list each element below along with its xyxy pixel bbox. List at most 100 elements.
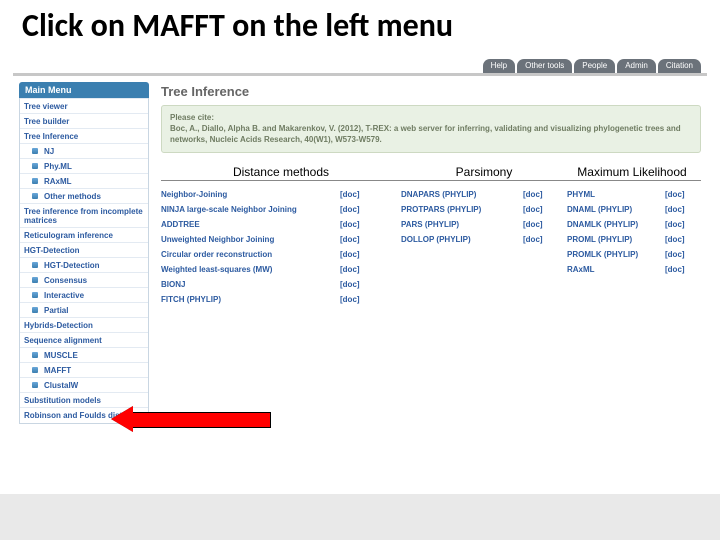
screenshot-frame: Help Other tools People Admin Citation M… [12,58,708,494]
cite-text: Boc, A., Diallo, Alpha B. and Makarenkov… [170,124,692,146]
method-link[interactable]: PHYML [567,190,661,199]
sidebar-item-label: Substitution models [24,396,101,405]
doc-link[interactable]: [doc] [340,220,360,229]
sidebar-item-hybrids[interactable]: Hybrids-Detection [20,317,148,332]
col-header-ml: Maximum Likelihood [567,165,697,179]
header-rule [161,180,701,181]
sidebar-item-label: Hybrids-Detection [24,321,93,330]
sidebar-item-label: Partial [44,306,68,315]
doc-link[interactable]: [doc] [665,205,685,214]
sidebar-item-reticulogram[interactable]: Reticulogram inference [20,227,148,242]
sidebar-item-label: HGT-Detection [24,246,80,255]
sidebar-item-interactive[interactable]: Interactive [20,287,148,302]
topnav-other-tools[interactable]: Other tools [517,59,572,73]
col-distance: Neighbor-Joining [doc] NINJA large-scale … [161,187,391,307]
sidebar-item-hgt-detection[interactable]: HGT-Detection [20,242,148,257]
doc-link[interactable]: [doc] [665,250,685,259]
sidebar-item-label: Tree builder [24,117,69,126]
sidebar-item-label: Other methods [44,192,101,201]
citation-box: Please cite: Boc, A., Diallo, Alpha B. a… [161,105,701,153]
sidebar-item-rf-distance[interactable]: Robinson and Foulds distance [20,407,148,422]
slide-footer [0,494,720,540]
topnav-people[interactable]: People [574,59,615,73]
method-link[interactable]: Neighbor-Joining [161,190,336,199]
doc-link[interactable]: [doc] [523,205,543,214]
doc-link[interactable]: [doc] [523,235,543,244]
col-ml: PHYML [doc] DNAML (PHYLIP) [doc] DNAMLK (P… [567,187,697,307]
sidebar-item-label: Interactive [44,291,84,300]
method-link[interactable]: RAxML [567,265,661,274]
method-link[interactable]: Unweighted Neighbor Joining [161,235,336,244]
sidebar-item-consensus[interactable]: Consensus [20,272,148,287]
sidebar-item-label: Tree viewer [24,102,68,111]
method-link[interactable]: DOLLOP (PHYLIP) [401,235,519,244]
doc-link[interactable]: [doc] [340,190,360,199]
sidebar-item-raxml[interactable]: RAxML [20,173,148,188]
doc-link[interactable]: [doc] [340,265,360,274]
method-link[interactable]: BIONJ [161,280,336,289]
doc-link[interactable]: [doc] [523,220,543,229]
col-parsimony: DNAPARS (PHYLIP) [doc] PROTPARS (PHYLIP) [… [401,187,557,307]
sidebar-item-nj[interactable]: NJ [20,143,148,158]
sidebar-item-label: Phy.ML [44,162,72,171]
sidebar-item-label: RAxML [44,177,72,186]
doc-link[interactable]: [doc] [340,250,360,259]
sidebar-item-label: Tree Inference [24,132,78,141]
method-link[interactable]: PROTPARS (PHYLIP) [401,205,519,214]
method-link[interactable]: Weighted least-squares (MW) [161,265,336,274]
method-link[interactable]: NINJA large-scale Neighbor Joining [161,205,336,214]
doc-link[interactable]: [doc] [665,220,685,229]
doc-link[interactable]: [doc] [340,280,360,289]
sidebar-item-tree-inference[interactable]: Tree Inference [20,128,148,143]
cite-lead: Please cite: [170,113,692,124]
col-header-parsimony: Parsimony [401,165,567,179]
method-link[interactable]: Circular order reconstruction [161,250,336,259]
main-panel: Tree Inference Please cite: Boc, A., Dia… [161,82,701,493]
doc-link[interactable]: [doc] [340,205,360,214]
sidebar-header: Main Menu [19,82,149,98]
sidebar-item-label: Reticulogram inference [24,231,113,240]
sidebar-menu: Tree viewer Tree builder Tree Inference … [19,98,149,424]
page-title: Tree Inference [161,82,701,105]
sidebar-item-phyml[interactable]: Phy.ML [20,158,148,173]
slide-title: Click on MAFFT on the left menu [0,0,720,49]
doc-link[interactable]: [doc] [665,265,685,274]
doc-link[interactable]: [doc] [523,190,543,199]
sidebar-item-clustalw[interactable]: ClustalW [20,377,148,392]
method-link[interactable]: ADDTREE [161,220,336,229]
method-link[interactable]: PARS (PHYLIP) [401,220,519,229]
col-header-distance: Distance methods [161,165,401,179]
method-link[interactable]: PROMLK (PHYLIP) [567,250,661,259]
doc-link[interactable]: [doc] [665,190,685,199]
sidebar-item-hgt-detection-sub[interactable]: HGT-Detection [20,257,148,272]
topnav-admin[interactable]: Admin [617,59,656,73]
method-link[interactable]: FITCH (PHYLIP) [161,295,336,304]
doc-link[interactable]: [doc] [665,235,685,244]
sidebar-item-label: ClustalW [44,381,78,390]
sidebar-item-other-methods[interactable]: Other methods [20,188,148,203]
method-link[interactable]: DNAML (PHYLIP) [567,205,661,214]
sidebar-item-incomplete[interactable]: Tree inference from incomplete matrices [20,203,148,227]
doc-link[interactable]: [doc] [340,235,360,244]
method-columns: Neighbor-Joining [doc] NINJA large-scale … [161,187,701,307]
sidebar-item-label: MAFFT [44,366,71,375]
sidebar-item-seq-align[interactable]: Sequence alignment [20,332,148,347]
topnav-help[interactable]: Help [483,59,515,73]
sidebar-item-label: Tree inference from incomplete matrices [24,207,144,225]
sidebar-item-mafft[interactable]: MAFFT [20,362,148,377]
method-link[interactable]: DNAPARS (PHYLIP) [401,190,519,199]
topnav-citation[interactable]: Citation [658,59,701,73]
method-link[interactable]: PROML (PHYLIP) [567,235,661,244]
sidebar-item-partial[interactable]: Partial [20,302,148,317]
sidebar: Main Menu Tree viewer Tree builder Tree … [19,82,149,424]
sidebar-item-tree-builder[interactable]: Tree builder [20,113,148,128]
sidebar-item-tree-viewer[interactable]: Tree viewer [20,98,148,113]
sidebar-item-label: Consensus [44,276,87,285]
sidebar-item-muscle[interactable]: MUSCLE [20,347,148,362]
method-link[interactable]: DNAMLK (PHYLIP) [567,220,661,229]
doc-link[interactable]: [doc] [340,295,360,304]
top-nav: Help Other tools People Admin Citation [483,59,701,73]
sidebar-item-substitution[interactable]: Substitution models [20,392,148,407]
sidebar-item-label: Sequence alignment [24,336,102,345]
sidebar-item-label: MUSCLE [44,351,78,360]
